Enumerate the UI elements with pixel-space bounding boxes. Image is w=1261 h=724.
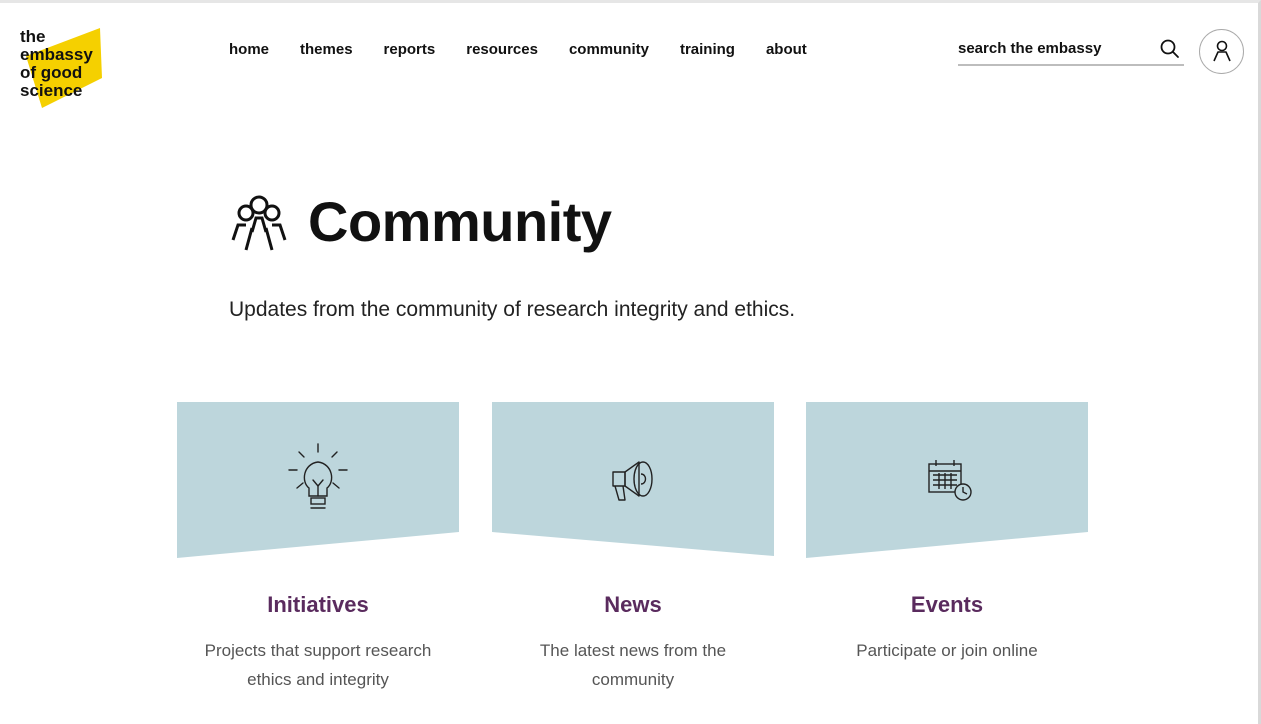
site-logo[interactable]: the embassy of good science <box>20 28 110 118</box>
card-desc-line: Projects that support research <box>204 641 432 660</box>
megaphone-icon <box>612 461 653 501</box>
nav-about[interactable]: about <box>766 40 807 60</box>
card-initiatives[interactable]: Initiatives Projects that support resear… <box>177 402 459 694</box>
nav-themes[interactable]: themes <box>300 40 353 60</box>
card-title[interactable]: Initiatives <box>177 592 459 618</box>
page-title: Community <box>308 189 612 253</box>
card-desc-line: ethics and integrity <box>247 670 389 689</box>
card-description: The latest news from the community <box>492 636 774 694</box>
page-subtitle: Updates from the community of research i… <box>229 298 796 321</box>
calendar-icon <box>928 460 972 501</box>
community-icon <box>231 195 287 251</box>
nav-community[interactable]: community <box>569 40 649 60</box>
logo-line-1: the <box>20 27 46 46</box>
page-heading: Community <box>226 188 612 254</box>
card-panel <box>492 402 774 558</box>
main-nav: home themes reports resources community … <box>229 40 838 60</box>
card-panel <box>177 402 459 558</box>
lightbulb-icon <box>288 443 348 509</box>
logo-text: the embassy of good science <box>20 28 93 100</box>
card-title[interactable]: News <box>492 592 774 618</box>
card-news[interactable]: News The latest news from the community <box>492 402 774 694</box>
search-icon[interactable] <box>1159 38 1181 60</box>
logo-line-2: embassy <box>20 45 93 64</box>
card-desc-line: Participate or join online <box>856 641 1038 660</box>
logo-line-3: of good <box>20 63 83 82</box>
user-icon <box>1212 40 1231 61</box>
search-input[interactable] <box>958 40 1148 57</box>
card-description: Participate or join online <box>806 636 1088 665</box>
card-desc-line: community <box>591 670 675 689</box>
nav-training[interactable]: training <box>680 40 735 60</box>
card-events[interactable]: Events Participate or join online <box>806 402 1088 665</box>
card-desc-line: The latest news from the <box>539 641 727 660</box>
nav-home[interactable]: home <box>229 40 269 60</box>
nav-reports[interactable]: reports <box>384 40 436 60</box>
card-description: Projects that support research ethics an… <box>177 636 459 694</box>
nav-resources[interactable]: resources <box>466 40 538 60</box>
card-panel <box>806 402 1088 558</box>
card-title[interactable]: Events <box>806 592 1088 618</box>
search-bar <box>958 38 1184 66</box>
user-account-button[interactable] <box>1199 29 1244 74</box>
logo-line-4: science <box>20 81 83 100</box>
